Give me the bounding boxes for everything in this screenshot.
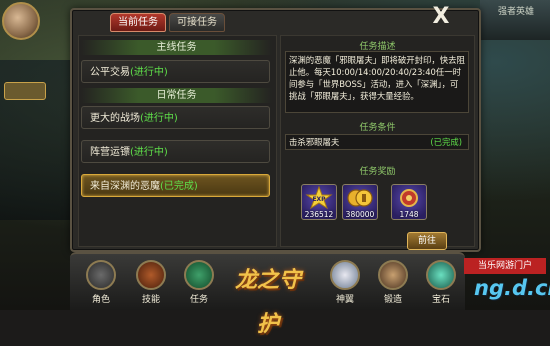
game-logo: 龙之守护 <box>234 267 301 337</box>
quest-item-main[interactable]: 公平交易(进行中) <box>81 60 270 83</box>
skill-label: 技能 <box>141 295 160 305</box>
left-side-panel <box>0 60 70 220</box>
reward-exp[interactable]: EXP 236512 <box>301 184 337 220</box>
quest-condition: 击杀邪眼屠夫 (已完成) <box>285 134 469 150</box>
quest-button[interactable]: 任务 <box>182 260 216 306</box>
wings-button[interactable]: 神翼 <box>328 260 362 306</box>
helmet-icon <box>86 260 116 290</box>
quest-status: (已完成) <box>160 181 198 192</box>
condition-status: (已完成) <box>430 137 462 147</box>
forge-button[interactable]: 锻造 <box>376 260 410 306</box>
quest-item-daily-2[interactable]: 阵营运镖(进行中) <box>81 140 270 163</box>
character-button[interactable]: 角色 <box>84 260 118 306</box>
tab-current-quests[interactable]: 当前任务 <box>110 13 166 32</box>
quest-description: 深渊的恶魔「邪眼屠夫」即将破开封印，快去阻止他。每天10:00/14:00/20… <box>285 51 469 113</box>
bottom-action-bar: 角色 技能 任务 龙之守护 神翼 锻造 宝石 <box>70 252 465 337</box>
wings-label: 神翼 <box>335 295 354 305</box>
gold-coin-icon <box>347 189 373 207</box>
quest-item-daily-3[interactable]: 来自深渊的恶魔(已完成) <box>81 174 270 197</box>
quest-item-daily-1[interactable]: 更大的战场(进行中) <box>81 106 270 129</box>
reward-medal[interactable]: 1748 <box>391 184 427 220</box>
right-top-label: 强者英雄 <box>498 7 535 17</box>
left-panel-tab[interactable] <box>4 82 46 100</box>
quest-label: 任务 <box>189 295 208 305</box>
reward-count: 236512 <box>304 210 334 219</box>
skill-button[interactable]: 技能 <box>134 260 168 306</box>
character-label: 角色 <box>91 295 110 305</box>
quest-scroll-icon <box>184 260 214 290</box>
reward-count: 1748 <box>399 210 419 219</box>
medal-icon <box>400 189 418 207</box>
wings-icon <box>330 260 360 290</box>
hammer-icon <box>378 260 408 290</box>
close-button[interactable]: X <box>430 6 452 28</box>
reward-title: 任务奖励 <box>359 167 396 177</box>
quest-detail-panel: 任务描述 深渊的恶魔「邪眼屠夫」即将破开封印，快去阻止他。每天10:00/14:… <box>280 35 475 250</box>
gem-label: 宝石 <box>431 295 450 305</box>
quest-status: (进行中) <box>130 147 168 158</box>
go-button[interactable]: 前往 <box>407 232 447 250</box>
quest-name: 公平交易 <box>90 67 130 78</box>
gem-button[interactable]: 宝石 <box>424 260 458 306</box>
quest-name: 更大的战场 <box>90 113 140 124</box>
daily-quest-header: 日常任务 <box>81 88 272 103</box>
condition-text: 击杀邪眼屠夫 <box>289 137 340 147</box>
tab-available-quests[interactable]: 可接任务 <box>169 13 225 32</box>
condition-title: 任务条件 <box>359 123 396 133</box>
skill-book-icon <box>136 260 166 290</box>
gem-icon <box>426 260 456 290</box>
exp-star-icon: EXP <box>305 185 333 210</box>
reward-gold[interactable]: 380000 <box>342 184 378 220</box>
quest-name: 来自深渊的恶魔 <box>90 181 160 192</box>
watermark-banner: 当乐网游门户 <box>464 258 546 274</box>
quest-status: (进行中) <box>130 67 168 78</box>
right-top-panel[interactable]: 强者英雄 <box>480 0 550 40</box>
forge-label: 锻造 <box>383 295 402 305</box>
quest-list: 主线任务 公平交易(进行中) 日常任务 更大的战场(进行中) 阵营运镖(进行中)… <box>78 35 277 247</box>
quest-status: (进行中) <box>140 113 178 124</box>
reward-count: 380000 <box>345 210 375 219</box>
quest-dialog: 当前任务 可接任务 X 主线任务 公平交易(进行中) 日常任务 更大的战场(进行… <box>70 6 481 252</box>
quest-name: 阵营运镖 <box>90 147 130 158</box>
watermark-logo: ng.d.cn <box>474 276 550 300</box>
player-avatar[interactable] <box>2 2 40 40</box>
main-quest-header: 主线任务 <box>81 40 272 55</box>
svg-text:EXP: EXP <box>312 196 326 203</box>
